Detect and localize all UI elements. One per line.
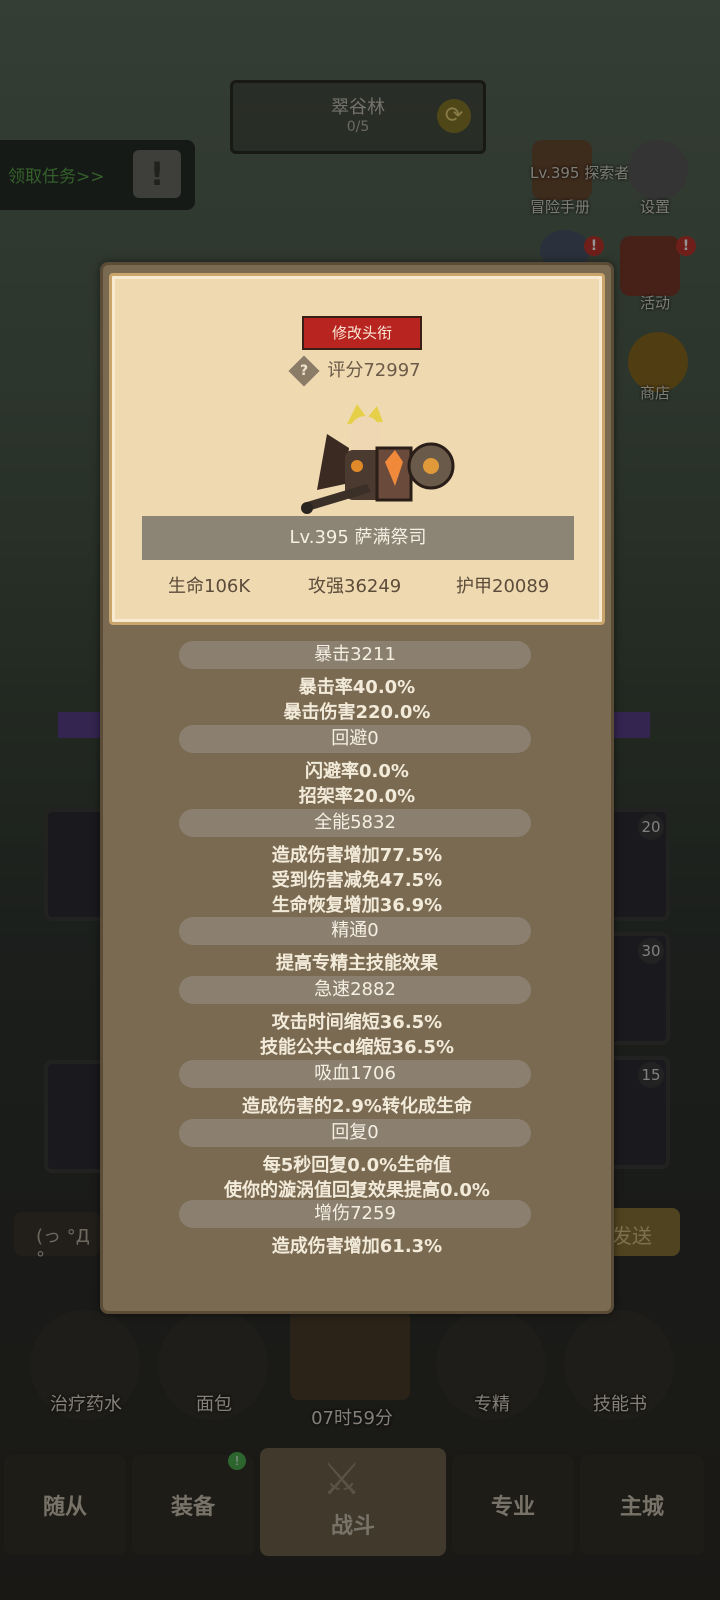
section-head: 暴击3211 xyxy=(179,641,531,669)
hp-stat: 生命106K xyxy=(168,576,251,597)
core-stats: 生命106K 攻强36249 护甲20089 xyxy=(112,572,602,602)
section-line: 造成伤害的2.9%转化成生命 xyxy=(242,1096,472,1117)
score-value: 评分72997 xyxy=(327,360,421,381)
section-line: 技能公共cd缩短36.5% xyxy=(259,1037,454,1058)
section-line: 造成伤害增加77.5% xyxy=(271,845,443,866)
section-head: 急速2882 xyxy=(179,976,531,1004)
section-line: 生命恢复增加36.9% xyxy=(271,895,443,916)
section-head: 全能5832 xyxy=(179,809,531,837)
section-head: 增伤7259 xyxy=(179,1200,531,1228)
section-head: 精通0 xyxy=(179,917,531,945)
section-head: 吸血1706 xyxy=(179,1060,531,1088)
section-line: 暴击率40.0% xyxy=(298,677,416,698)
section-line: 造成伤害增加61.3% xyxy=(271,1236,443,1257)
help-icon[interactable]: ? xyxy=(288,355,320,387)
edit-title-button[interactable]: 修改头衔 xyxy=(302,316,422,350)
section-line: 受到伤害减免47.5% xyxy=(271,870,443,891)
character-stats-panel: 修改头衔 ? 评分72997 Lv.395 萨满祭司 生命106K 攻强36249… xyxy=(100,262,614,1314)
section-line: 暴击伤害220.0% xyxy=(283,702,431,723)
section-line: 招架率20.0% xyxy=(298,786,416,807)
section-line: 攻击时间缩短36.5% xyxy=(271,1012,443,1033)
section-line: 使你的漩涡值回复效果提高0.0% xyxy=(224,1180,490,1201)
profile-card: 修改头衔 ? 评分72997 Lv.395 萨满祭司 生命106K 攻强36249… xyxy=(109,273,605,625)
section-line: 闪避率0.0% xyxy=(305,761,409,782)
armor-stat: 护甲20089 xyxy=(456,576,550,597)
attack-stat: 攻强36249 xyxy=(308,576,402,597)
section-head: 回避0 xyxy=(179,725,531,753)
section-line: 提高专精主技能效果 xyxy=(276,953,438,974)
character-name: Lv.395 萨满祭司 xyxy=(142,516,574,560)
score-row: ? 评分72997 xyxy=(112,355,602,387)
section-head: 回复0 xyxy=(179,1119,531,1147)
section-line: 每5秒回复0.0%生命值 xyxy=(262,1155,452,1176)
character-avatar xyxy=(301,404,455,514)
